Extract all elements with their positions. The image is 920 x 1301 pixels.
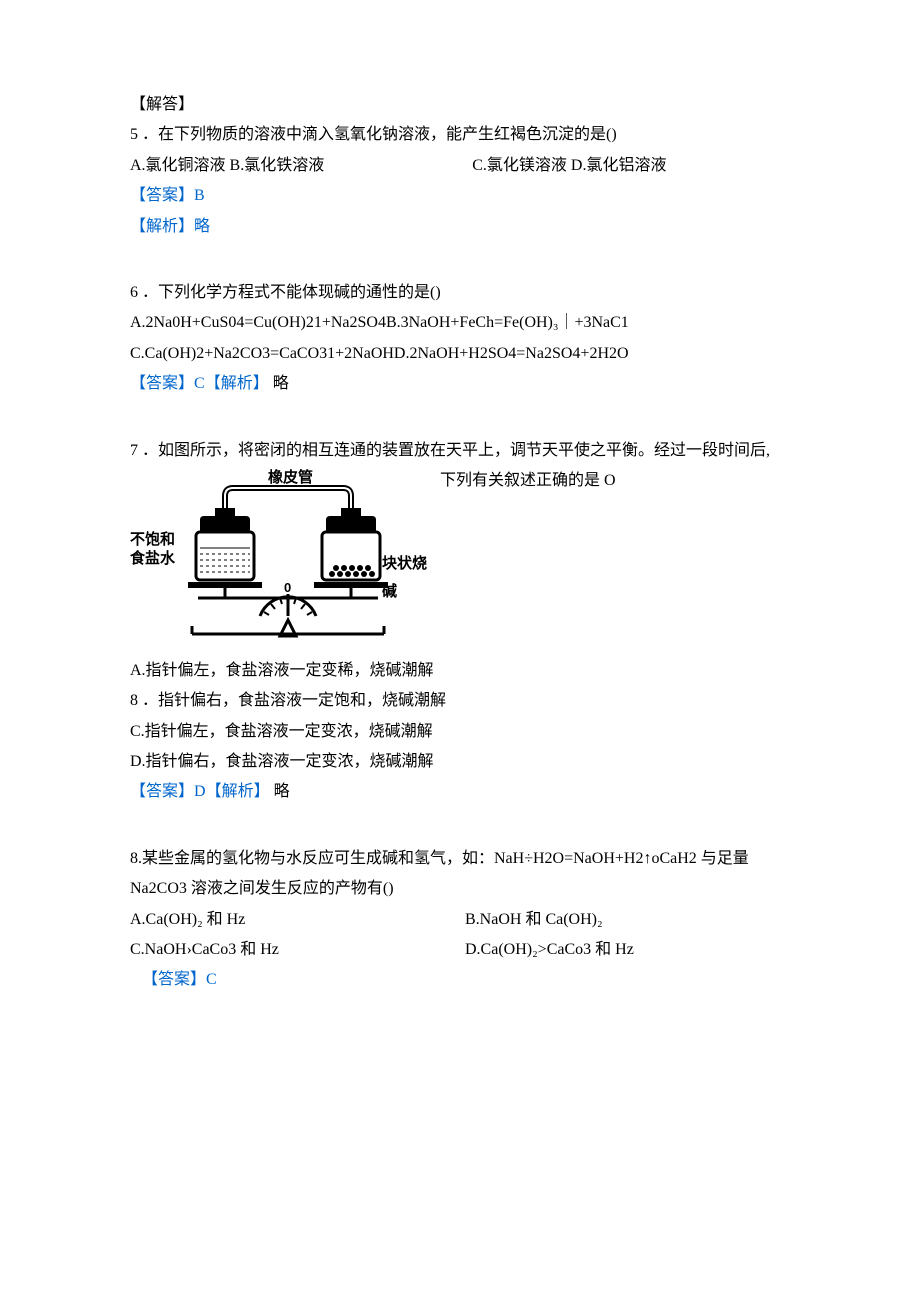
q6-line1: A.2Na0H+CuS04=Cu(OH)21+Na2SO4B.3NaOH+FeC…	[130, 308, 800, 338]
explanation-value: 略	[274, 783, 290, 800]
q5-explanation: 【解析】略	[130, 212, 800, 242]
explanation-label: 【解析】	[130, 218, 194, 235]
q8-options-row2: C.NaOH›CaCo3 和 Hz D.Ca(OH)₂>CaCo3 和 Hz	[130, 935, 800, 965]
q7-figure: 橡皮管 不饱和 食盐水 块状烧碱 0	[130, 466, 430, 656]
explanation-label: 【解析】	[206, 783, 270, 800]
q7-figure-row: 橡皮管 不饱和 食盐水 块状烧碱 0 下列有关叙述正确的是 O	[130, 466, 800, 656]
left-bottle-icon	[196, 508, 254, 580]
q5-text: ．在下列物质的溶液中滴入氢氧化钠溶液，能产生红褐色沉淀的是()	[142, 126, 617, 143]
q8-answer: 【答案】C	[130, 965, 800, 995]
q6-line2: C.Ca(OH)2+Na2CO3=CaCO31+2NaOHD.2NaOH+H2S…	[130, 339, 800, 369]
q8-option-a: A.Ca(OH)₂ 和 Hz	[130, 905, 465, 935]
explanation-value: 略	[194, 218, 210, 235]
q7-stem: 7 ．如图所示，将密闭的相互连通的装置放在天平上，调节天平使之平衡。经过一段时间…	[130, 436, 800, 466]
q5-option-ab: A.氯化铜溶液 B.氯化铁溶液	[130, 157, 324, 174]
label-zero: 0	[284, 576, 291, 601]
q5-answer: 【答案】B	[130, 181, 800, 211]
question-5: 5 ．在下列物质的溶液中滴入氢氧化钠溶液，能产生红褐色沉淀的是() A.氯化铜溶…	[130, 120, 800, 242]
q5-stem: 5 ．在下列物质的溶液中滴入氢氧化钠溶液，能产生红褐色沉淀的是()	[130, 120, 800, 150]
q7-optb-text: ．指针偏右，食盐溶液一定饱和，烧碱潮解	[142, 692, 446, 709]
q7-text: ．如图所示，将密闭的相互连通的装置放在天平上，调节天平使之平衡。经过一段时间后,	[142, 442, 770, 459]
q6-stem: 6 ．下列化学方程式不能体现碱的通性的是()	[130, 278, 800, 308]
q7-number: 7	[130, 442, 138, 459]
right-bottle-icon	[322, 508, 380, 580]
q5-option-cd: C.氯化镁溶液 D.氯化铝溶液	[472, 157, 666, 174]
q5-options: A.氯化铜溶液 B.氯化铁溶液 C.氯化镁溶液 D.氯化铝溶液	[130, 151, 800, 181]
q7-optb-num: 8	[130, 692, 138, 709]
question-8: 8.某些金属的氢化物与水反应可生成碱和氢气，如：NaH÷H2O=NaOH+H2↑…	[130, 844, 800, 996]
balance-diagram: 橡皮管 不饱和 食盐水 块状烧碱 0	[130, 466, 430, 656]
q8-option-b: B.NaOH 和 Ca(OH)₂	[465, 905, 800, 935]
label-left-2: 食盐水	[130, 550, 175, 567]
q7-side-para: 下列有关叙述正确的是 O	[440, 466, 800, 496]
label-right: 块状烧碱	[382, 550, 430, 607]
q8-option-c: C.NaOH›CaCo3 和 Hz	[130, 935, 465, 965]
explanation-label: 【解析】	[205, 375, 269, 392]
q6-number: 6	[130, 284, 138, 301]
answer-value: C	[206, 971, 217, 988]
q8-stem2: Na2CO3 溶液之间发生反应的产物有()	[130, 874, 800, 904]
q6-answer-line: 【答案】C【解析】 略	[130, 369, 800, 399]
q7-option-b: 8 ．指针偏右，食盐溶液一定饱和，烧碱潮解	[130, 686, 800, 716]
q7-answer: 【答案】D【解析】	[130, 783, 274, 800]
label-left: 不饱和 食盐水	[130, 530, 175, 569]
q7-option-c: C.指针偏左，食盐溶液一定变浓，烧碱潮解	[130, 717, 800, 747]
q7-option-a: A.指针偏左，食盐溶液一定变稀，烧碱潮解	[130, 656, 800, 686]
q6-text: ．下列化学方程式不能体现碱的通性的是()	[142, 284, 441, 301]
q8-stem1: 8.某些金属的氢化物与水反应可生成碱和氢气，如：NaH÷H2O=NaOH+H2↑…	[130, 844, 800, 874]
q8-options-row1: A.Ca(OH)₂ 和 Hz B.NaOH 和 Ca(OH)₂	[130, 905, 800, 935]
label-tube: 橡皮管	[268, 464, 313, 493]
q7-answer-line: 【答案】D【解析】 略	[130, 777, 800, 807]
answer-value: C	[194, 375, 205, 392]
question-7: 7 ．如图所示，将密闭的相互连通的装置放在天平上，调节天平使之平衡。经过一段时间…	[130, 436, 800, 808]
section-header: 【解答】	[130, 90, 800, 120]
answer-label: 【答案】	[142, 971, 206, 988]
q7-side-text: 下列有关叙述正确的是 O	[430, 466, 800, 496]
q5-number: 5	[130, 126, 138, 143]
answer-value: D	[194, 783, 206, 800]
q6-answer: 【答案】C【解析】	[130, 375, 273, 392]
document-page: 【解答】 5 ．在下列物质的溶液中滴入氢氧化钠溶液，能产生红褐色沉淀的是() A…	[0, 0, 920, 1301]
label-left-1: 不饱和	[130, 531, 175, 548]
q7-option-d: D.指针偏右，食盐溶液一定变浓，烧碱潮解	[130, 747, 800, 777]
answer-label: 【答案】	[130, 783, 194, 800]
explanation-value: 略	[273, 375, 289, 392]
question-6: 6 ．下列化学方程式不能体现碱的通性的是() A.2Na0H+CuS04=Cu(…	[130, 278, 800, 400]
answer-label: 【答案】	[130, 375, 194, 392]
answer-label: 【答案】	[130, 187, 194, 204]
q8-option-d: D.Ca(OH)₂>CaCo3 和 Hz	[465, 935, 800, 965]
answer-value: B	[194, 187, 205, 204]
